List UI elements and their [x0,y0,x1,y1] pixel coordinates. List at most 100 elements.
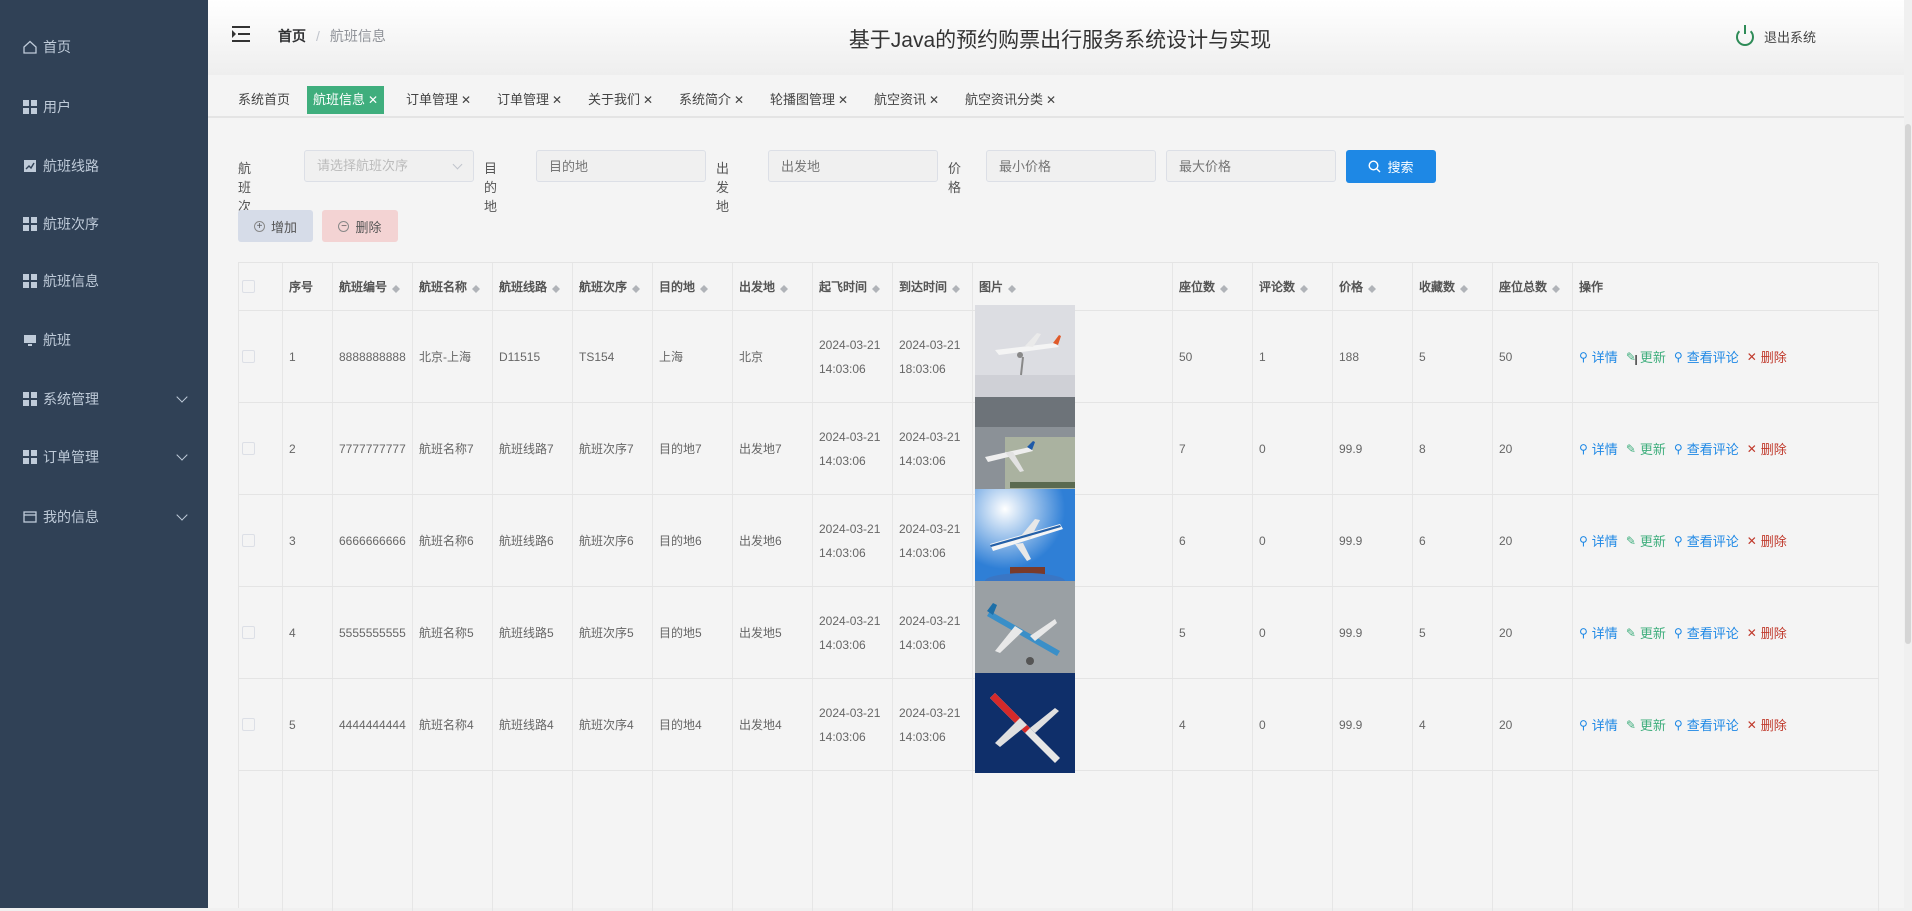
header-order[interactable]: 航班次序 [573,263,653,310]
view-comments-button[interactable]: ⚲ 查看评论 [1674,715,1739,734]
row-checkbox[interactable] [242,534,255,547]
date-text: 2024-03-21 [819,705,881,720]
flight-image[interactable] [975,397,1075,500]
detail-button[interactable]: ⚲ 详情 [1579,715,1618,734]
sidebar-item-home[interactable]: 首页 [0,27,208,67]
cell-code: 4444444444 [333,679,413,770]
close-icon[interactable]: ✕ [1046,93,1056,107]
sidebar-item-my-info[interactable]: 我的信息 [0,497,208,537]
cell-text: 目的地6 [659,534,702,548]
flight-order-select[interactable]: 请选择航班次序 [304,150,474,182]
tab-order-management[interactable]: 订单管理 ✕ [400,86,477,114]
sidebar-item-flight-order[interactable]: 航班次序 [0,204,208,244]
sidebar-item-system-management[interactable]: 系统管理 [0,379,208,419]
search-icon: ⚲ [1579,717,1588,732]
sidebar-item-flight-info[interactable]: 航班信息 [0,261,208,301]
detail-label: 详情 [1591,718,1618,733]
max-price-input[interactable] [1166,150,1336,182]
tab-order-management-2[interactable]: 订单管理 ✕ [491,86,568,114]
min-price-input[interactable] [986,150,1156,182]
tab-flight-info[interactable]: 航班信息 ✕ [307,86,385,114]
update-button[interactable]: ✎ 更新 [1626,347,1666,366]
tab-aviation-news[interactable]: 航空资讯 ✕ [868,86,945,114]
add-button[interactable]: + 增加 [238,210,313,242]
cell-text: 4 [1419,717,1426,732]
view-comments-button[interactable]: ⚲ 查看评论 [1674,623,1739,642]
flight-image[interactable] [975,581,1075,684]
tab-aviation-news-category[interactable]: 航空资讯分类 ✕ [959,86,1062,114]
flight-image[interactable] [975,489,1075,592]
view-comments-button[interactable]: ⚲ 查看评论 [1674,439,1739,458]
header-route[interactable]: 航班线路 [493,263,573,310]
header-favs[interactable]: 收藏数 [1413,263,1493,310]
detail-button[interactable]: ⚲ 详情 [1579,347,1618,366]
delete-button[interactable]: − 删除 [322,210,398,242]
tab-carousel-management[interactable]: 轮播图管理 ✕ [764,86,854,114]
delete-row-button[interactable]: ✕ 删除 [1747,347,1787,366]
sidebar-item-users[interactable]: 用户 [0,87,208,127]
delete-row-button[interactable]: ✕ 删除 [1747,715,1787,734]
tab-system-home[interactable]: 系统首页 [232,86,296,114]
update-button[interactable]: ✎ 更新 [1626,531,1666,550]
close-icon[interactable]: ✕ [368,93,378,107]
update-button[interactable]: ✎ 更新 [1626,439,1666,458]
origin-input[interactable] [768,150,938,182]
close-icon[interactable]: ✕ [734,93,744,107]
row-checkbox[interactable] [242,718,255,731]
detail-button[interactable]: ⚲ 详情 [1579,623,1618,642]
cell-text: 6 [1179,533,1186,548]
header-name[interactable]: 航班名称 [413,263,493,310]
cell-seats: 50 [1173,311,1253,402]
header-departure[interactable]: 起飞时间 [813,263,893,310]
scrollbar-thumb[interactable] [1905,124,1911,644]
row-checkbox[interactable] [242,626,255,639]
sidebar-item-flights[interactable]: 航班 [0,320,208,360]
scrollbar[interactable] [1904,0,1912,908]
close-icon[interactable]: ✕ [929,93,939,107]
close-icon[interactable]: ✕ [461,93,471,107]
header-total[interactable]: 座位总数 [1493,263,1573,310]
close-icon[interactable]: ✕ [643,93,653,107]
delete-row-button[interactable]: ✕ 删除 [1747,531,1787,550]
detail-button[interactable]: ⚲ 详情 [1579,439,1618,458]
update-button[interactable]: ✎ 更新 [1626,623,1666,642]
update-button[interactable]: ✎ 更新 [1626,715,1666,734]
row-checkbox[interactable] [242,350,255,363]
cell-total: 50 [1493,311,1573,402]
flight-image[interactable] [975,305,1075,408]
header-code[interactable]: 航班编号 [333,263,413,310]
search-button[interactable]: 搜索 [1346,150,1436,183]
close-icon[interactable]: ✕ [552,93,562,107]
detail-button[interactable]: ⚲ 详情 [1579,531,1618,550]
row-checkbox[interactable] [242,442,255,455]
header-label: 起飞时间 [819,280,868,294]
header-seats[interactable]: 座位数 [1173,263,1253,310]
flight-image[interactable] [975,673,1075,776]
sidebar-item-flight-routes[interactable]: 航班线路 [0,146,208,186]
close-icon[interactable]: ✕ [838,93,848,107]
header-image[interactable]: 图片 [973,263,1173,310]
search-button-label: 搜索 [1387,160,1414,175]
tab-about-us[interactable]: 关于我们 ✕ [582,86,659,114]
header-price[interactable]: 价格 [1333,263,1413,310]
cell-total: 20 [1493,403,1573,494]
header-dest[interactable]: 目的地 [653,263,733,310]
select-all-checkbox[interactable] [242,280,255,293]
header-origin[interactable]: 出发地 [733,263,813,310]
tab-system-intro[interactable]: 系统简介 ✕ [673,86,750,114]
sidebar-item-order-management[interactable]: 订单管理 [0,437,208,477]
date-text: 2024-03-21 [819,613,881,628]
view-comments-button[interactable]: ⚲ 查看评论 [1674,347,1739,366]
cell-text: 50 [1499,349,1513,364]
header-arrival[interactable]: 到达时间 [893,263,973,310]
destination-input[interactable] [536,150,706,182]
delete-label: 删除 [1760,442,1787,457]
view-comments-button[interactable]: ⚲ 查看评论 [1674,531,1739,550]
header-comments[interactable]: 评论数 [1253,263,1333,310]
delete-row-button[interactable]: ✕ 删除 [1747,439,1787,458]
delete-row-button[interactable]: ✕ 删除 [1747,623,1787,642]
chart-icon [22,158,38,174]
logout-button[interactable]: 退出系统 [1735,24,1816,46]
cell-text: 航班次序4 [579,718,634,732]
row-select-cell [239,311,283,402]
